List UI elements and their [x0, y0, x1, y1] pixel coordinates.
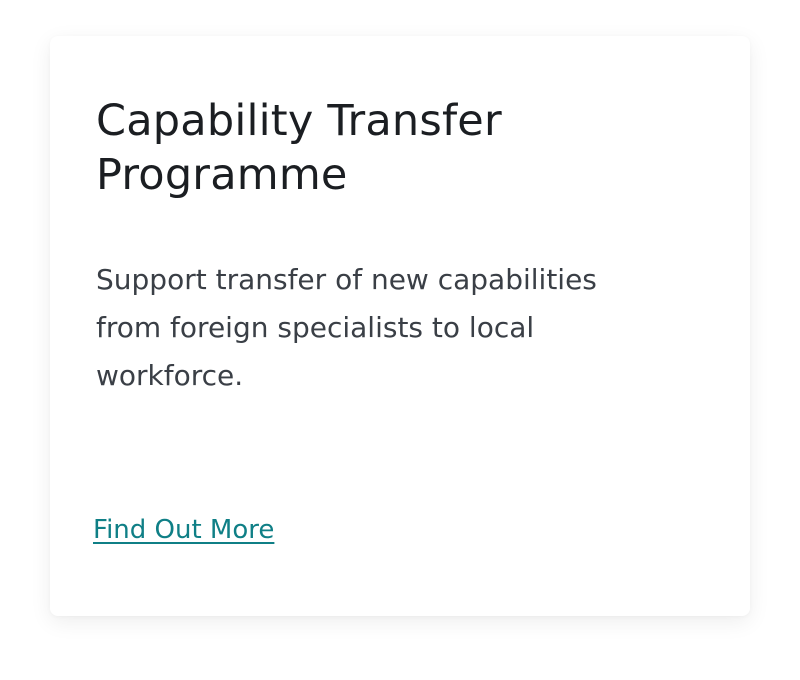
- card-description: Support transfer of new capabilities fro…: [96, 263, 597, 392]
- find-out-more-link[interactable]: Find Out More: [93, 510, 274, 550]
- card-title: Capability Transfer Programme: [96, 96, 502, 200]
- programme-card: Capability Transfer Programme Support tr…: [50, 36, 750, 616]
